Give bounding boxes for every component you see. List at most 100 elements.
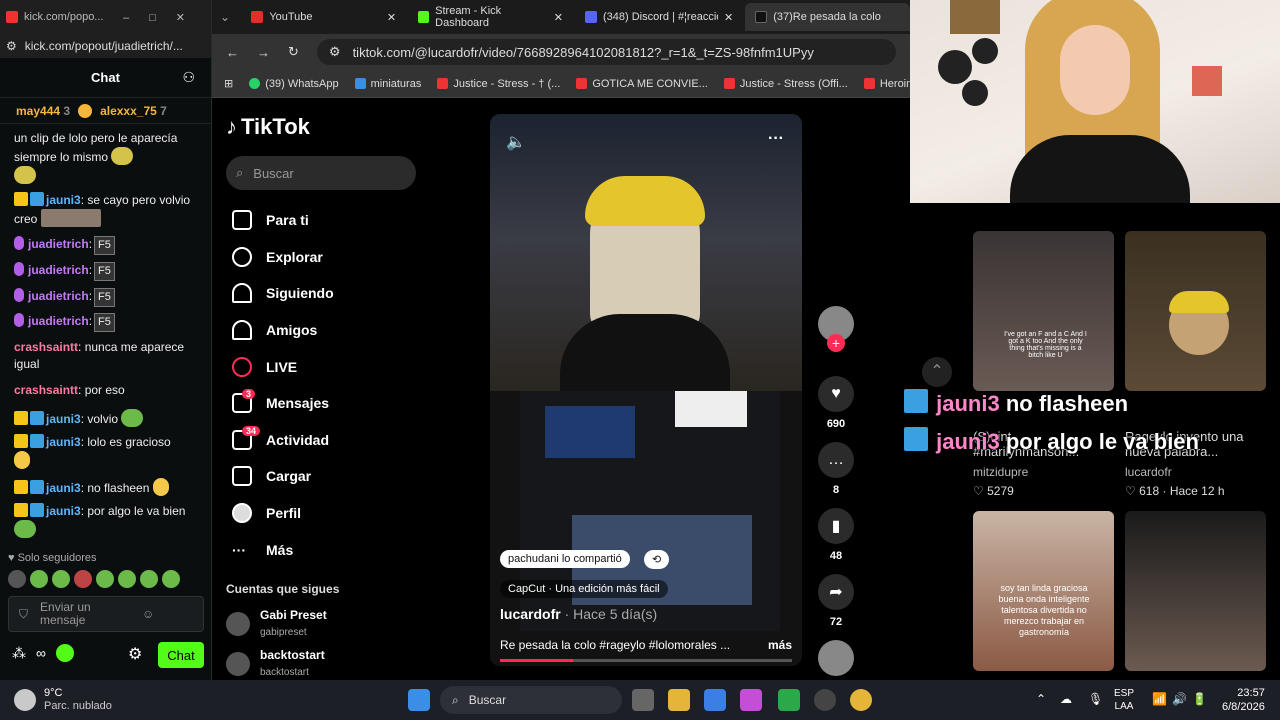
mic-tray-icon[interactable]: 🎙 <box>1088 692 1103 706</box>
chrome-icon[interactable] <box>850 689 872 711</box>
kick-icon <box>418 11 430 23</box>
file-explorer-icon[interactable] <box>668 689 690 711</box>
tab-youtube[interactable]: YouTube ✕ <box>241 3 406 31</box>
user-list-icon[interactable]: ⚇ <box>182 69 195 86</box>
live-icon <box>232 356 252 377</box>
video-thumbnail[interactable]: soy tan linda graciosa buena onda inteli… <box>973 511 1114 671</box>
home-icon <box>232 210 252 231</box>
save-button[interactable]: ▮ <box>818 508 854 544</box>
nav-explorar[interactable]: Explorar <box>226 239 416 276</box>
share-button[interactable]: ➦ <box>818 574 854 610</box>
tiktok-search-input[interactable]: ⌕ Buscar <box>226 156 416 190</box>
chat-input[interactable]: ⛉ Enviar un mensaje ☺ <box>8 596 204 632</box>
like-button[interactable]: ♥ <box>818 376 854 412</box>
chat-message: juadietrich: F5 <box>14 236 206 255</box>
nav-actividad[interactable]: 34 Actividad <box>226 422 416 459</box>
onedrive-icon[interactable]: ☁ <box>1060 692 1072 706</box>
video-thumbnail[interactable] <box>1125 231 1266 391</box>
nav-mas[interactable]: ··· Más <box>226 531 416 568</box>
capcut-label[interactable]: CapCut · Una edición más fácil <box>500 580 668 598</box>
volume-icon[interactable]: 🔈 <box>506 132 526 152</box>
share-arrow-icon: ➦ <box>829 584 843 601</box>
video-likes: ♡ 618 · Hace 12 h <box>1125 484 1225 498</box>
obs-icon[interactable] <box>814 689 836 711</box>
nav-live[interactable]: LIVE <box>226 348 416 385</box>
sub-badge-icon <box>30 434 44 448</box>
weather-widget[interactable]: 9°C Parc. nublado <box>14 687 112 713</box>
apps-icon[interactable]: ⊞ <box>224 77 233 90</box>
kick-urlbar[interactable]: ⚙ kick.com/popout/juadietrich/... <box>0 34 211 58</box>
back-icon[interactable]: ← <box>226 45 239 60</box>
bookmark-gotica[interactable]: GOTICA ME CONVIE... <box>576 78 708 90</box>
more-options-icon[interactable]: ··· <box>768 130 784 148</box>
settings-gear-icon[interactable]: ⚙ <box>128 644 142 664</box>
chat-message: juadietrich: F5 <box>14 313 206 332</box>
clock[interactable]: 23:57 6/8/2026 <box>1222 686 1265 714</box>
emote-bar[interactable] <box>8 570 204 590</box>
comment-button[interactable]: … <box>818 442 854 478</box>
nav-perfil[interactable]: Perfil <box>226 495 416 532</box>
bookmark-justice-2[interactable]: Justice - Stress (Offi... <box>723 78 848 90</box>
reload-icon[interactable]: ↻ <box>288 44 299 60</box>
excel-icon[interactable] <box>778 689 800 711</box>
language-indicator[interactable]: ESP LAA <box>1114 687 1134 713</box>
nav-mensajes[interactable]: 3 Mensajes <box>226 385 416 422</box>
bookmark-justice-1[interactable]: Justice - Stress - † (... <box>437 78 560 90</box>
nav-siguiendo[interactable]: Siguiendo <box>226 275 416 312</box>
video-thumbnail[interactable] <box>1125 511 1266 671</box>
nav-para-ti[interactable]: Para ti <box>226 202 416 239</box>
profile-avatar-icon <box>232 503 252 524</box>
task-view-icon[interactable] <box>632 689 654 711</box>
copilot-icon[interactable] <box>740 689 762 711</box>
share-icon[interactable]: ⁂ <box>12 645 26 662</box>
volume-tray-icon[interactable]: 🔊 <box>1172 692 1187 706</box>
following-account[interactable]: backtostart backtostart <box>226 648 416 680</box>
forward-icon[interactable]: → <box>257 45 270 60</box>
tab-search-icon[interactable]: ⌄ <box>220 10 239 24</box>
sub-badge-icon <box>904 427 928 451</box>
site-info-icon[interactable]: ⚙ <box>6 39 17 53</box>
bookmark-miniaturas[interactable]: miniaturas <box>354 78 421 90</box>
mic-badge-icon <box>14 262 24 276</box>
video-author[interactable]: lucardofr <box>1125 465 1172 479</box>
video-author[interactable]: lucardofr · Hace 5 día(s) <box>500 606 657 622</box>
follow-plus-icon[interactable]: + <box>827 334 845 352</box>
heart-outline-icon: ♡ <box>973 484 984 498</box>
mic-badge-icon <box>14 313 24 327</box>
bookmark-whatsapp[interactable]: (39) WhatsApp <box>249 78 339 90</box>
nav-amigos[interactable]: Amigos <box>226 312 416 349</box>
repost-icon[interactable]: ⟲ <box>644 550 670 569</box>
send-chat-button[interactable]: Chat <box>158 642 204 668</box>
avatar <box>226 651 250 676</box>
discord-icon <box>584 11 597 23</box>
nav-cargar[interactable]: Cargar <box>226 458 416 495</box>
tab-tiktok[interactable]: (37)Re pesada la colo <box>745 3 911 31</box>
windows-start-icon[interactable] <box>408 689 430 711</box>
wifi-icon[interactable]: 📶 <box>1152 692 1167 706</box>
emote-picker-icon[interactable]: ☺ <box>142 607 154 621</box>
tray-chevron-icon[interactable]: ⌃ <box>1036 692 1046 706</box>
store-icon[interactable] <box>704 689 726 711</box>
url-field[interactable]: ⚙ tiktok.com/@lucardofr/video/7668928964… <box>316 39 896 65</box>
shared-by-pill[interactable]: pachudani lo compartió <box>500 550 630 568</box>
tab-discord[interactable]: (348) Discord | #¦reaccion ✕ <box>575 3 743 31</box>
mic-badge-icon <box>14 236 24 250</box>
wall-sticker <box>1192 66 1222 96</box>
battery-icon[interactable]: 🔋 <box>1192 692 1207 706</box>
video-frame-streamer <box>490 114 802 394</box>
more-link[interactable]: más <box>768 638 792 652</box>
comment-count: 8 <box>832 484 840 496</box>
bookmarks-bar: ⊞ (39) WhatsApp miniaturas Justice - Str… <box>212 70 959 98</box>
tiktok-video-player[interactable]: 🔈 ··· pachudani lo compartió ⟲ CapCut · … <box>490 114 802 666</box>
video-thumbnail[interactable]: I've got an F and a C And I got a K too … <box>973 231 1114 391</box>
tiktok-logo[interactable]: ♪ TikTok <box>226 114 416 140</box>
video-author[interactable]: mitzidupre <box>973 465 1028 479</box>
kick-logo-icon[interactable] <box>55 644 74 662</box>
following-account[interactable]: Gabi Preset gabipreset <box>226 608 416 640</box>
video-progress[interactable] <box>500 659 792 662</box>
site-info-icon[interactable]: ⚙ <box>329 44 341 60</box>
sound-disc-icon[interactable] <box>818 640 854 676</box>
taskbar-search[interactable]: ⌕ Buscar <box>440 686 622 714</box>
tab-kick-dashboard[interactable]: Stream - Kick Dashboard ✕ <box>408 3 573 31</box>
scroll-up-icon[interactable]: ⌃ <box>922 357 952 387</box>
